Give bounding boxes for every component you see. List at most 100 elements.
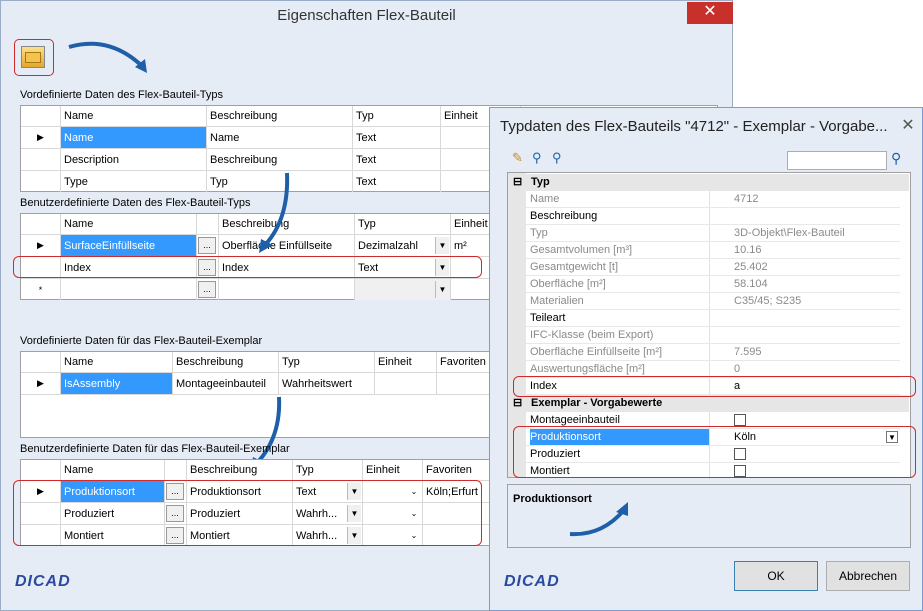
column-header[interactable]: Name xyxy=(61,106,207,126)
property-value[interactable]: 10.16 xyxy=(729,242,900,258)
property-name: Oberfläche Einfüllseite [m²] xyxy=(530,344,710,360)
search-plus-icon[interactable]: ⚲ xyxy=(552,150,568,166)
column-header[interactable]: Beschreibung xyxy=(207,106,353,126)
table-cell[interactable] xyxy=(375,373,437,394)
column-header[interactable]: Beschreibung xyxy=(173,352,279,372)
property-name: Materialien xyxy=(530,293,710,309)
row-header xyxy=(21,106,61,126)
column-header[interactable]: Name xyxy=(61,214,197,234)
section-predefined-instance-label: Vordefinierte Daten für das Flex-Bauteil… xyxy=(20,335,263,347)
property-value[interactable]: 58.104 xyxy=(729,276,900,292)
table-cell[interactable]: SurfaceEinfüllseite xyxy=(61,235,197,256)
table-cell[interactable]: Text xyxy=(353,149,441,170)
ok-button[interactable]: OK xyxy=(734,561,818,591)
type-data-window: Typdaten des Flex-Bauteils "4712" - Exem… xyxy=(489,107,923,611)
property-name: Gesamtvolumen [m³] xyxy=(530,242,710,258)
folder-icon xyxy=(25,52,41,63)
column-header[interactable]: Favoriten xyxy=(423,460,493,480)
column-header[interactable]: Einheit xyxy=(451,214,493,234)
column-header[interactable]: Einheit xyxy=(375,352,437,372)
property-value[interactable]: 25.402 xyxy=(729,259,900,275)
property-value[interactable]: C35/45; S235 xyxy=(729,293,900,309)
close-button[interactable]: ✕ xyxy=(687,2,733,24)
column-header[interactable]: Name xyxy=(61,352,173,372)
close-button[interactable]: ✕ xyxy=(896,116,920,138)
property-name: Teileart xyxy=(530,310,710,326)
table-cell[interactable] xyxy=(219,279,355,300)
column-header[interactable]: Beschreibung xyxy=(187,460,293,480)
collapse-icon[interactable]: ⊟ xyxy=(513,174,522,190)
property-row[interactable]: Beschreibung xyxy=(526,208,900,225)
window-title: Eigenschaften Flex-Bauteil xyxy=(1,1,732,31)
property-value[interactable] xyxy=(729,208,900,224)
instance-defaults-highlight xyxy=(513,426,916,478)
arrow-graphic xyxy=(259,172,290,253)
column-header[interactable]: Typ xyxy=(355,214,451,234)
property-value[interactable] xyxy=(729,327,900,343)
cell: ... xyxy=(197,279,219,300)
dicad-logo: DICAD xyxy=(15,573,71,590)
table-cell[interactable]: Description xyxy=(61,149,207,170)
ellipsis-button[interactable]: ... xyxy=(198,237,216,254)
property-row[interactable]: Typ 3D-Objekt\Flex-Bauteil xyxy=(526,225,900,242)
property-row[interactable]: Gesamtvolumen [m³] 10.16 xyxy=(526,242,900,259)
ellipsis-button[interactable]: ... xyxy=(198,281,216,298)
property-value[interactable]: 4712 xyxy=(729,191,900,207)
table-cell[interactable]: Beschreibung xyxy=(207,149,353,170)
category-instance-defaults[interactable]: ⊟ Exemplar - Vorgabewerte xyxy=(509,395,909,412)
column-header[interactable]: Einheit xyxy=(363,460,423,480)
chevron-down-icon[interactable]: ▼ xyxy=(435,281,449,298)
collapse-icon[interactable]: ⊟ xyxy=(513,395,522,411)
property-row[interactable]: Gesamtgewicht [t] 25.402 xyxy=(526,259,900,276)
table-cell[interactable] xyxy=(61,279,197,300)
section-custom-instance-label: Benutzerdefinierte Daten für das Flex-Ba… xyxy=(20,443,290,455)
column-header[interactable]: Favoriten xyxy=(437,352,493,372)
table-cell[interactable]: Name xyxy=(207,127,353,148)
row-header xyxy=(21,214,61,234)
grid-header: Name Beschreibung Typ Einheit Favoriten xyxy=(21,460,493,481)
property-row[interactable]: Materialien C35/45; S235 xyxy=(526,293,900,310)
property-row[interactable]: Oberfläche Einfüllseite [m²] 7.595 xyxy=(526,344,900,361)
chevron-down-icon[interactable]: ▼ xyxy=(435,237,449,254)
table-cell[interactable] xyxy=(451,279,493,300)
search-icon[interactable]: ⚲ xyxy=(532,150,548,166)
dicad-logo: DICAD xyxy=(504,573,560,590)
table-cell[interactable]: Wahrheitswert xyxy=(279,373,375,394)
column-header[interactable]: Typ xyxy=(293,460,363,480)
table-cell[interactable]: Type xyxy=(61,171,207,192)
property-name: Oberfläche [m²] xyxy=(530,276,710,292)
table-cell[interactable]: m² xyxy=(451,235,493,256)
table-row[interactable]: ▶ IsAssembly Montageeinbauteil Wahrheits… xyxy=(21,373,491,395)
search-input[interactable] xyxy=(787,151,887,170)
property-value[interactable]: 0 xyxy=(729,361,900,377)
index-row-highlight xyxy=(13,256,482,278)
property-value[interactable]: 3D-Objekt\Flex-Bauteil xyxy=(729,225,900,241)
category-typ[interactable]: ⊟ Typ xyxy=(509,174,909,191)
row-header xyxy=(21,171,61,192)
new-row[interactable]: * ... ▼ xyxy=(21,279,493,300)
table-cell[interactable]: Text xyxy=(353,171,441,192)
column-header[interactable]: Typ xyxy=(353,106,441,126)
property-value[interactable]: 7.595 xyxy=(729,344,900,360)
search-icon[interactable]: ⚲ xyxy=(891,150,907,166)
cancel-button[interactable]: Abbrechen xyxy=(826,561,910,591)
edit-pencil-icon[interactable]: ✎ xyxy=(512,150,528,166)
property-name: IFC-Klasse (beim Export) xyxy=(530,327,710,343)
column-header[interactable]: Typ xyxy=(279,352,375,372)
property-name: Beschreibung xyxy=(530,208,710,224)
property-value[interactable] xyxy=(729,310,900,326)
table-cell[interactable]: Text xyxy=(353,127,441,148)
table-cell[interactable]: Name xyxy=(61,127,207,148)
column-header[interactable]: Name xyxy=(61,460,165,480)
property-row[interactable]: IFC-Klasse (beim Export) xyxy=(526,327,900,344)
open-folder-button[interactable] xyxy=(21,46,45,68)
checkbox[interactable] xyxy=(734,414,746,426)
category-label: Exemplar - Vorgabewerte xyxy=(531,397,663,409)
property-row[interactable]: Oberfläche [m²] 58.104 xyxy=(526,276,900,293)
type-select[interactable]: ▼ xyxy=(355,279,451,300)
type-select[interactable]: Dezimalzahl ▼ xyxy=(355,235,451,256)
table-cell[interactable]: IsAssembly xyxy=(61,373,173,394)
property-row[interactable]: Teileart xyxy=(526,310,900,327)
property-row[interactable]: Name 4712 xyxy=(526,191,900,208)
table-cell[interactable]: Montageeinbauteil xyxy=(173,373,279,394)
